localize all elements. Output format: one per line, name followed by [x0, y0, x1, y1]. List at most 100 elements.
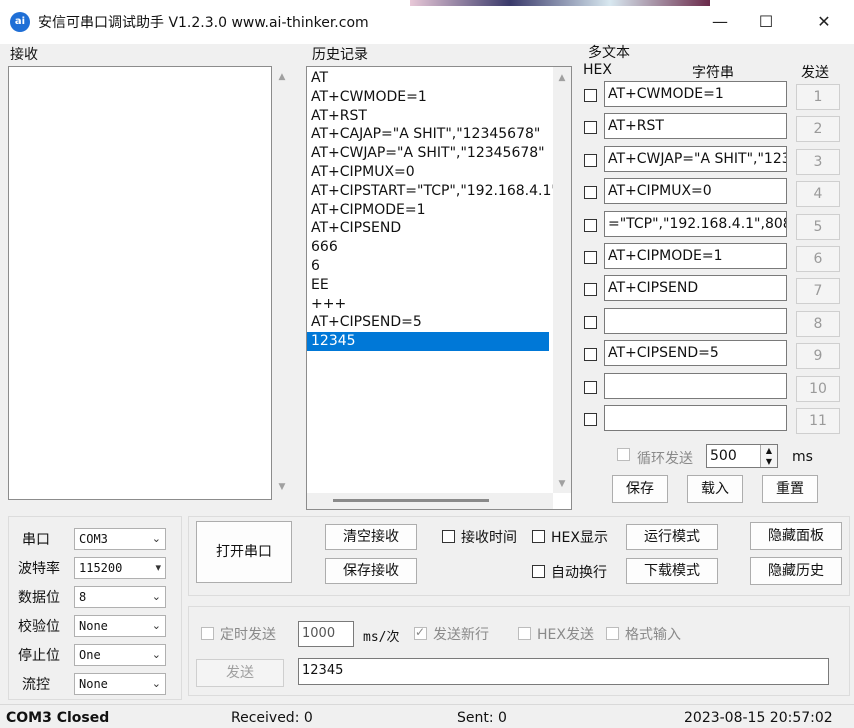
hex-display-checkbox[interactable]	[532, 530, 545, 543]
hex-checkbox[interactable]	[584, 153, 597, 167]
databits-label: 数据位	[18, 590, 60, 606]
receive-scrollbar[interactable]: ▲ ▼	[273, 66, 291, 500]
hex-checkbox[interactable]	[584, 283, 597, 297]
multi-send-button[interactable]: 6	[796, 246, 840, 272]
format-input-checkbox[interactable]	[606, 627, 619, 640]
send-button[interactable]: 发送	[196, 659, 284, 687]
close-button[interactable]: ✕	[802, 6, 846, 38]
multi-text-input[interactable]	[604, 372, 787, 399]
multi-send-button[interactable]: 4	[796, 181, 840, 208]
history-item[interactable]: AT+RST	[311, 107, 367, 126]
timed-interval-input[interactable]: 1000	[298, 621, 354, 647]
multi-send-button[interactable]: 11	[796, 408, 840, 434]
ms-unit-label: ms	[792, 449, 813, 465]
hex-checkbox[interactable]	[584, 413, 597, 426]
multi-send-button[interactable]: 1	[796, 84, 840, 110]
history-list[interactable]: AT AT+CWMODE=1 AT+RST AT+CAJAP="A SHIT","12…	[306, 66, 572, 510]
receive-time-checkbox[interactable]	[442, 530, 455, 543]
history-item[interactable]: AT+CIPSEND=5	[311, 313, 422, 332]
multi-text-input[interactable]: AT+CWMODE=1	[604, 81, 787, 107]
send-text-input[interactable]: 12345	[298, 658, 829, 685]
hex-send-checkbox[interactable]	[518, 627, 531, 640]
multi-text-input[interactable]: AT+CIPSEND	[604, 275, 787, 302]
multi-send-button[interactable]: 2	[796, 116, 840, 143]
run-mode-button[interactable]: 运行模式	[626, 524, 718, 550]
maximize-button[interactable]: ☐	[744, 6, 788, 38]
loop-send-label: 循环发送	[637, 451, 693, 467]
history-item[interactable]: AT+CWJAP="A SHIT","12345678"	[311, 144, 545, 163]
scroll-down-icon[interactable]: ▼	[274, 482, 290, 492]
history-item[interactable]: EE	[311, 276, 329, 295]
loop-send-checkbox[interactable]	[617, 448, 630, 461]
multi-text-input[interactable]	[604, 405, 787, 431]
clear-receive-button[interactable]: 清空接收	[325, 524, 417, 550]
auto-newline-checkbox[interactable]	[532, 565, 545, 578]
history-item[interactable]: AT+CWMODE=1	[311, 88, 427, 107]
history-hscrollbar[interactable]	[307, 493, 553, 509]
multi-text-input[interactable]: AT+CIPMUX=0	[604, 178, 787, 205]
hex-checkbox[interactable]	[584, 218, 597, 232]
hex-checkbox[interactable]	[584, 89, 597, 102]
multi-text-input[interactable]: AT+CIPMODE=1	[604, 243, 787, 269]
history-item[interactable]: AT+CIPSEND	[311, 219, 401, 238]
loop-interval-spinner[interactable]: ▲ ▼	[760, 445, 777, 467]
port-select[interactable]: COM3 ⌄	[74, 528, 166, 550]
multi-text-input[interactable]: ="TCP","192.168.4.1",8086	[604, 210, 787, 237]
baud-select[interactable]: 115200 ▾	[74, 557, 166, 579]
history-item[interactable]: 666	[311, 238, 338, 257]
scroll-down-icon[interactable]: ▼	[554, 479, 570, 489]
history-item[interactable]: AT+CIPSTART="TCP","192.168.4.1"	[311, 182, 558, 201]
multi-text-input[interactable]	[604, 307, 787, 334]
multi-send-button[interactable]: 10	[796, 375, 840, 402]
history-item[interactable]: AT	[311, 69, 328, 88]
save-button[interactable]: 保存	[612, 475, 668, 503]
chevron-down-icon[interactable]: ⌄	[152, 645, 161, 665]
timed-send-checkbox[interactable]	[201, 627, 214, 640]
multi-send-button[interactable]: 8	[796, 310, 840, 337]
multi-send-button[interactable]: 9	[796, 343, 840, 370]
history-vscrollbar[interactable]: ▲ ▼	[553, 67, 571, 493]
hide-panel-button[interactable]: 隐藏面板	[750, 522, 842, 550]
databits-select[interactable]: 8 ⌄	[74, 586, 166, 608]
hex-checkbox[interactable]	[584, 380, 597, 394]
multi-text-input[interactable]: AT+CIPSEND=5	[604, 340, 787, 367]
download-mode-button[interactable]: 下载模式	[626, 558, 718, 584]
hex-checkbox[interactable]	[584, 348, 597, 362]
flow-select[interactable]: None ⌄	[74, 673, 166, 695]
scroll-up-icon[interactable]: ▲	[554, 73, 570, 83]
minimize-button[interactable]: —	[698, 6, 742, 38]
save-receive-button[interactable]: 保存接收	[325, 558, 417, 584]
load-button[interactable]: 载入	[687, 475, 743, 503]
multi-send-button[interactable]: 3	[796, 148, 840, 175]
interval-unit-label: ms/次	[363, 630, 400, 645]
chevron-down-icon[interactable]: ⌄	[152, 616, 161, 636]
stopbits-select[interactable]: One ⌄	[74, 644, 166, 666]
open-port-button[interactable]: 打开串口	[196, 521, 292, 583]
chevron-down-icon[interactable]: ⌄	[152, 529, 161, 549]
chevron-down-icon[interactable]: ⌄	[152, 587, 161, 607]
chevron-down-icon[interactable]: ⌄	[152, 674, 161, 694]
parity-select[interactable]: None ⌄	[74, 615, 166, 637]
multi-send-button[interactable]: 7	[796, 278, 840, 305]
multi-text-input[interactable]: AT+RST	[604, 113, 787, 140]
reset-button[interactable]: 重置	[762, 475, 818, 503]
history-item[interactable]: 12345	[307, 332, 549, 352]
app-logo-icon: ai	[10, 12, 30, 32]
chevron-down-icon[interactable]: ▾	[155, 558, 161, 578]
history-hscroll-thumb[interactable]	[333, 499, 489, 502]
hide-history-button[interactable]: 隐藏历史	[750, 557, 842, 585]
history-item[interactable]: AT+CAJAP="A SHIT","12345678"	[311, 125, 540, 144]
multi-text-input[interactable]: AT+CWJAP="A SHIT","1234	[604, 145, 787, 172]
hex-checkbox[interactable]	[584, 251, 597, 264]
history-item[interactable]: AT+CIPMUX=0	[311, 163, 415, 182]
history-item[interactable]: AT+CIPMODE=1	[311, 201, 425, 220]
hex-checkbox[interactable]	[584, 121, 597, 135]
receive-textarea[interactable]	[8, 66, 272, 500]
send-newline-checkbox[interactable]	[414, 625, 427, 640]
history-item[interactable]: +++	[311, 295, 346, 314]
history-item[interactable]: 6	[311, 257, 320, 276]
multi-send-button[interactable]: 5	[796, 213, 840, 240]
hex-checkbox[interactable]	[584, 315, 597, 329]
hex-checkbox[interactable]	[584, 186, 597, 200]
scroll-up-icon[interactable]: ▲	[274, 72, 290, 82]
